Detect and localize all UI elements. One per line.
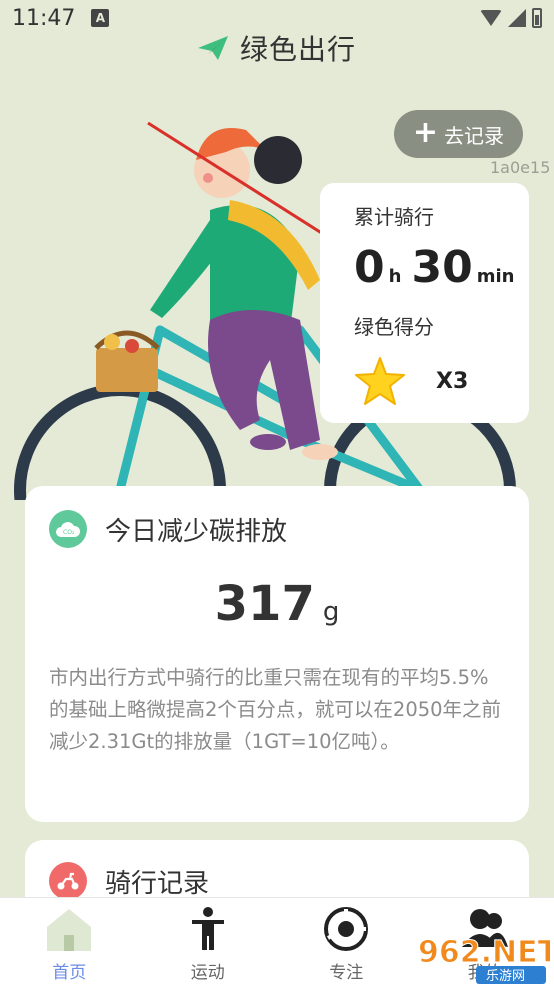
person-icon	[183, 904, 233, 954]
history-title: 骑行记录	[105, 868, 210, 899]
svg-text:CO₂: CO₂	[63, 529, 75, 536]
paper-plane-icon	[197, 36, 228, 60]
nav-sport-label: 运动	[190, 963, 225, 983]
wifi-icon	[480, 10, 502, 26]
battery-icon	[532, 8, 542, 28]
ride-duration: 0 h 30 min	[354, 242, 529, 293]
green-score-label: 绿色得分	[354, 315, 434, 339]
carbon-amount: 317	[214, 576, 315, 632]
plus-icon: +	[412, 114, 439, 150]
notification-icon: A	[91, 9, 110, 27]
watermark-logo: 962.NET 乐游网	[418, 935, 550, 984]
ride-summary-card: 累计骑行 0 h 30 min 绿色得分 X3	[320, 183, 529, 423]
nav-sport[interactable]: 运动	[139, 898, 278, 986]
carbon-reduction-card: CO₂ 今日减少碳排放 317 g 市内出行方式中骑行的比重只需在现有的平均5.…	[25, 486, 529, 822]
id-tag: 1a0e15	[490, 158, 551, 177]
score-multiplier: X3	[436, 368, 469, 394]
co2-cloud-icon: CO₂	[49, 510, 87, 548]
signal-icon	[508, 9, 526, 27]
carbon-value: 317 g	[49, 576, 505, 632]
nav-focus-label: 专注	[329, 963, 364, 983]
focus-icon	[321, 904, 371, 954]
ride-total-label: 累计骑行	[354, 205, 434, 229]
home-icon	[44, 904, 94, 954]
add-record-label: 去记录	[444, 123, 505, 148]
ride-hours: 0	[354, 242, 385, 293]
ride-minutes-unit: min	[476, 266, 515, 287]
status-time: 11:47	[12, 5, 76, 31]
app-bar: 绿色出行	[0, 28, 554, 68]
ride-hours-unit: h	[388, 266, 402, 287]
svg-text:乐游网: 乐游网	[486, 969, 525, 984]
add-record-button[interactable]: + 去记录	[394, 110, 523, 158]
green-score: X3	[354, 356, 529, 406]
carbon-title: 今日减少碳排放	[105, 516, 288, 547]
page-title: 绿色出行	[239, 33, 356, 66]
nav-home-label: 首页	[52, 963, 87, 983]
ride-minutes: 30	[411, 242, 473, 293]
nav-home[interactable]: 首页	[0, 898, 139, 986]
svg-text:962.NET: 962.NET	[418, 935, 550, 970]
carbon-unit: g	[322, 597, 340, 627]
nav-focus[interactable]: 专注	[277, 898, 416, 986]
star-icon	[355, 357, 405, 405]
carbon-description: 市内出行方式中骑行的比重只需在现有的平均5.5%的基础上略微提高2个百分点，就可…	[49, 666, 502, 753]
scooter-icon	[49, 862, 87, 900]
